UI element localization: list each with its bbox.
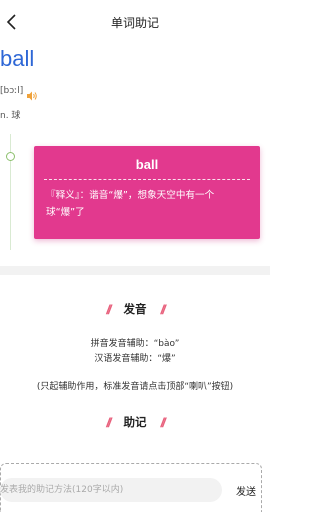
comment-input[interactable] xyxy=(0,478,222,502)
page-title: 单词助记 xyxy=(110,16,159,30)
slash-decoration-icon: // xyxy=(160,414,166,430)
pronunciation-note: (只起辅助作用，标准发音请点击顶部“喇叭”按钮) xyxy=(36,382,234,392)
speaker-icon[interactable] xyxy=(27,86,38,101)
slash-decoration-icon: // xyxy=(106,414,111,430)
phonetic-row: [bɔːl] xyxy=(0,84,38,101)
slash-decoration-icon: // xyxy=(106,301,111,317)
phonetic-text: [bɔːl] xyxy=(0,86,24,96)
send-button[interactable]: 发送 xyxy=(236,483,256,498)
word-meaning: n. 球 xyxy=(0,111,21,121)
pronunciation-aids: 拼音发音辅助：“bào” 汉语发音辅助：“爆” xyxy=(0,337,270,367)
section-divider xyxy=(0,266,270,275)
pinyin-aid: 拼音发音辅助：“bào” xyxy=(90,339,180,349)
card-explanation: 『释义』：谐音“爆”，想象天空中有一个球“爆”了 xyxy=(46,190,215,218)
word-text: ball xyxy=(0,46,35,71)
pronunciation-heading: // 发音 // xyxy=(0,300,270,318)
timeline-dot xyxy=(6,152,15,161)
mnemonic-card: ball 『释义』：谐音“爆”，想象天空中有一个球“爆”了 xyxy=(34,146,260,239)
card-divider xyxy=(44,179,250,180)
mnemonic-heading: // 助记 // xyxy=(0,413,270,431)
card-word: ball xyxy=(135,157,159,172)
mnemonic-title: 助记 xyxy=(123,415,147,429)
pronunciation-title: 发音 xyxy=(123,302,147,316)
slash-decoration-icon: // xyxy=(160,301,166,317)
header-bar: 单词助记 xyxy=(0,0,270,44)
hanzi-aid: 汉语发音辅助：“爆” xyxy=(94,354,176,364)
